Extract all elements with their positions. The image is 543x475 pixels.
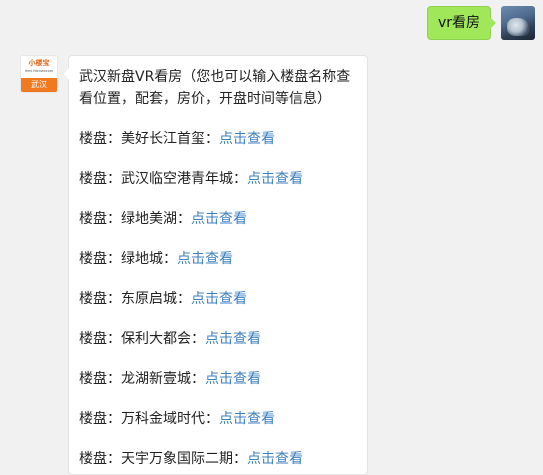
incoming-bubble: 武汉新盘VR看房（您也可以输入楼盘名称查看位置，配套，房价，开盘时间等信息） 楼… — [62, 55, 368, 475]
property-label: 楼盘：万科金域时代： — [79, 411, 219, 427]
property-label: 楼盘：龙湖新壹城： — [79, 371, 205, 387]
property-label: 楼盘：绿地美湖： — [79, 211, 191, 227]
list-item: 楼盘：龙湖新壹城：点击查看 — [79, 368, 355, 390]
list-item: 楼盘：保利大都会：点击查看 — [79, 328, 355, 350]
user-avatar[interactable] — [501, 6, 535, 40]
outgoing-bubble: vr看房 — [426, 6, 497, 40]
list-item: 楼盘：绿地美湖：点击查看 — [79, 208, 355, 230]
list-item: 楼盘：美好长江首玺：点击查看 — [79, 128, 355, 150]
view-link[interactable]: 点击查看 — [205, 371, 261, 387]
intro-text: 武汉新盘VR看房（您也可以输入楼盘名称查看位置，配套，房价，开盘时间等信息） — [79, 69, 351, 107]
view-link[interactable]: 点击查看 — [191, 211, 247, 227]
property-label: 楼盘：天宇万象国际二期： — [79, 451, 247, 467]
property-label: 楼盘：东原启城： — [79, 291, 191, 307]
view-link[interactable]: 点击查看 — [219, 411, 275, 427]
brand-city-label: 武汉 — [21, 78, 57, 92]
view-link[interactable]: 点击查看 — [219, 131, 275, 147]
outgoing-message: vr看房 — [426, 6, 535, 40]
view-link[interactable]: 点击查看 — [247, 451, 303, 467]
list-item: 楼盘：武汉临空港青年城：点击查看 — [79, 168, 355, 190]
list-item: 楼盘：万科金域时代：点击查看 — [79, 408, 355, 430]
view-link[interactable]: 点击查看 — [177, 251, 233, 267]
property-label: 楼盘：武汉临空港青年城： — [79, 171, 247, 187]
view-link[interactable]: 点击查看 — [205, 331, 261, 347]
list-item: 楼盘：东原启城：点击查看 — [79, 288, 355, 310]
property-label: 楼盘：保利大都会： — [79, 331, 205, 347]
brand-avatar[interactable]: 小楼宝 lhmi.fdcvwxcom 武汉 — [20, 55, 58, 93]
brand-logo-subtext: lhmi.fdcvwxcom — [24, 69, 54, 73]
brand-logo-text: 小楼宝 — [28, 59, 50, 67]
list-item: 楼盘：绿地城：点击查看 — [79, 248, 355, 270]
view-link[interactable]: 点击查看 — [191, 291, 247, 307]
view-link[interactable]: 点击查看 — [247, 171, 303, 187]
list-item: 楼盘：天宇万象国际二期：点击查看 — [79, 448, 355, 470]
property-label: 楼盘：美好长江首玺： — [79, 131, 219, 147]
property-label: 楼盘：绿地城： — [79, 251, 177, 267]
incoming-message: 小楼宝 lhmi.fdcvwxcom 武汉 武汉新盘VR看房（您也可以输入楼盘名… — [20, 55, 368, 475]
